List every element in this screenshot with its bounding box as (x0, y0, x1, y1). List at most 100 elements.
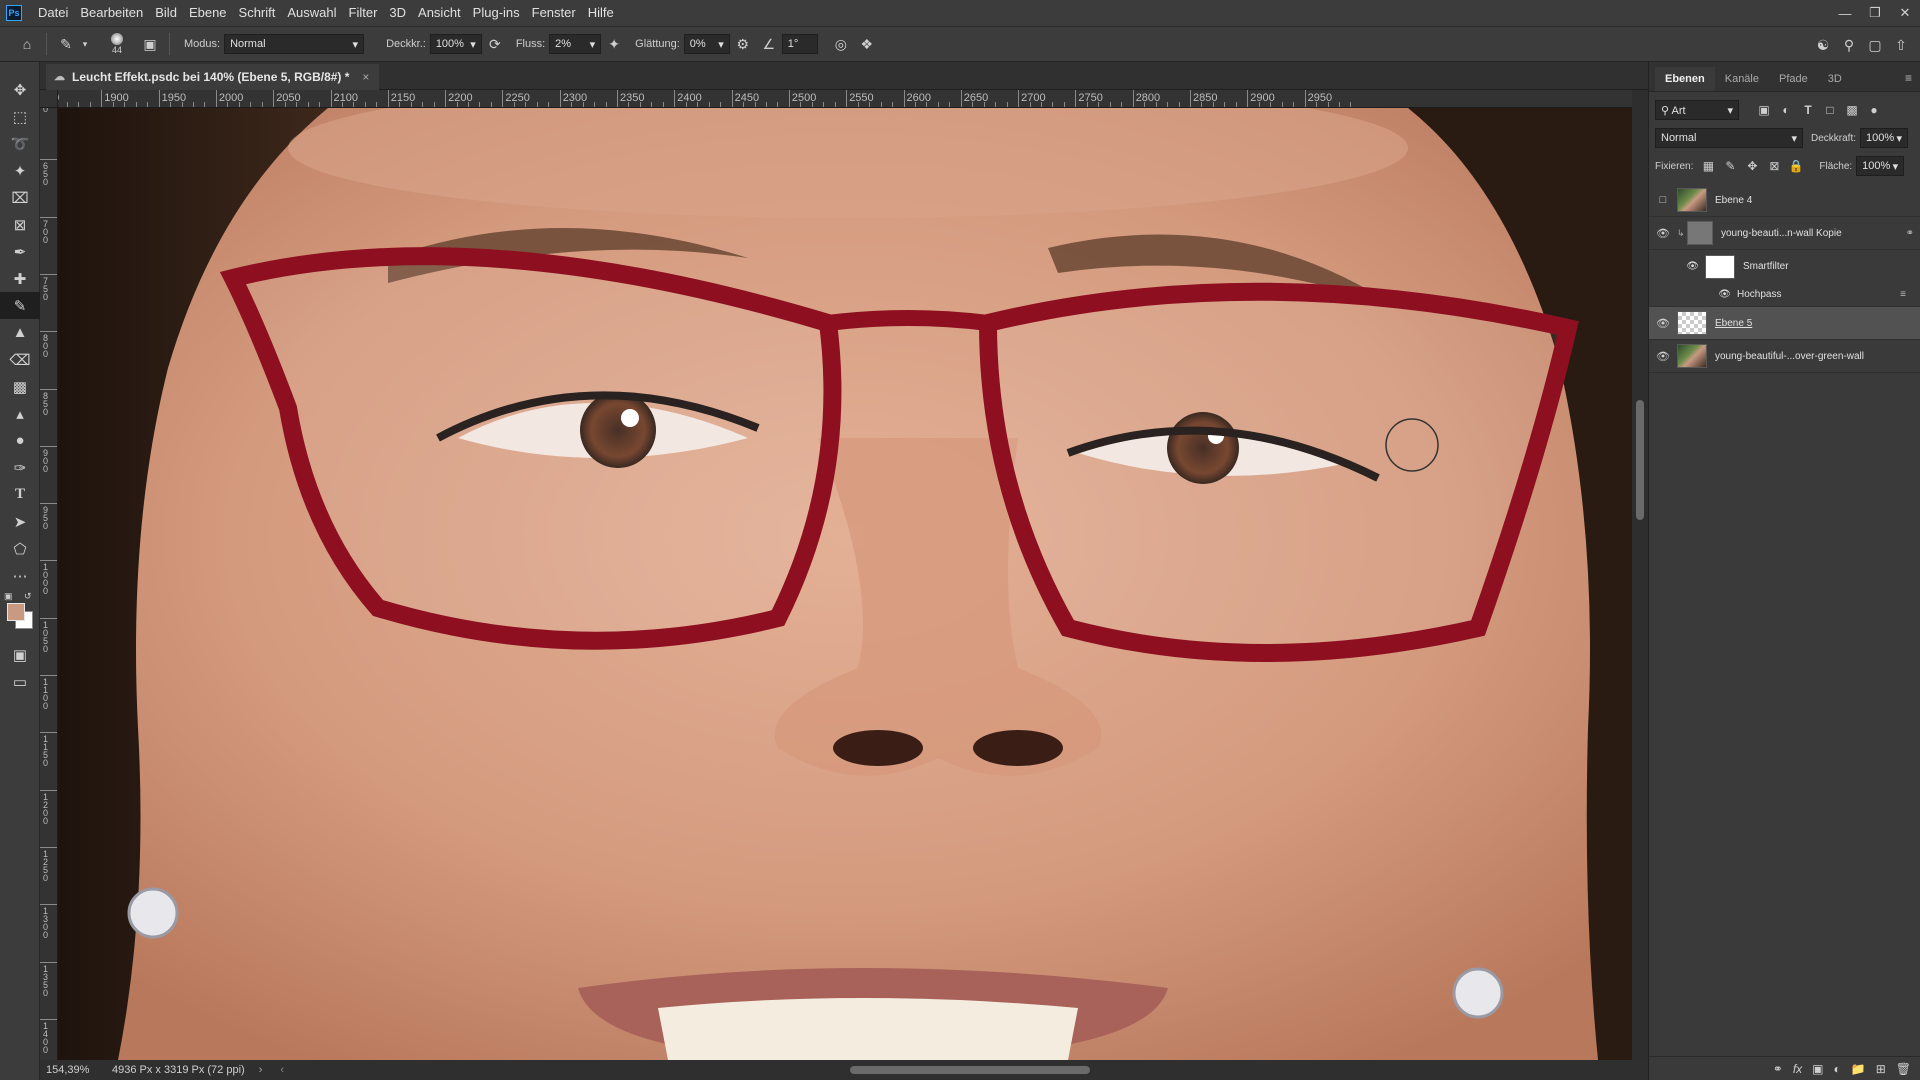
status-arrow-icon[interactable]: › (259, 1064, 263, 1076)
deckkraft-input[interactable]: 100% ▾ (429, 34, 482, 54)
menu-3d[interactable]: 3D (383, 0, 412, 26)
filter-adjustment-icon[interactable]: ◐ (1775, 100, 1797, 120)
layer-row[interactable]: 👁 ↳ young-beauti...n-wall Kopie ⚭ (1649, 217, 1920, 250)
angle-input[interactable]: 1° (781, 34, 818, 54)
zoom-level[interactable]: 154,39% (46, 1064, 94, 1076)
menu-fenster[interactable]: Fenster (526, 0, 582, 26)
eye-icon[interactable]: 👁 (1649, 317, 1677, 330)
layer-row[interactable]: 👁 Hochpass ≡ (1649, 283, 1920, 307)
airbrush-icon[interactable]: ✦ (601, 32, 627, 56)
quick-mask-icon[interactable]: ▣ (0, 641, 40, 668)
blend-mode-select[interactable]: Normal ▾ (1655, 128, 1803, 148)
swap-colors-icon[interactable]: ↺ (24, 591, 32, 602)
vertical-scrollbar[interactable] (1632, 90, 1648, 1060)
filter-smartobject-icon[interactable]: ▩ (1841, 100, 1863, 120)
restore-icon[interactable]: ❐ (1860, 0, 1890, 26)
frame-icon[interactable]: ⊠ (0, 211, 40, 238)
panel-menu-icon[interactable]: ≡ (1905, 71, 1912, 85)
layer-row[interactable]: 👁 young-beautiful-...over-green-wall (1649, 340, 1920, 373)
canvas[interactable] (58, 108, 1632, 1060)
menu-filter[interactable]: Filter (343, 0, 384, 26)
sharpen-icon[interactable]: ▴ (0, 400, 40, 427)
link-layers-icon[interactable]: ⚭ (1773, 1062, 1783, 1076)
trash-icon[interactable]: 🗑 (1896, 1062, 1911, 1076)
move-icon[interactable]: ✥ (0, 76, 40, 103)
tab-ebenen[interactable]: Ebenen (1655, 67, 1715, 91)
eraser-icon[interactable]: ⌫ (0, 346, 40, 373)
menu-ansicht[interactable]: Ansicht (412, 0, 467, 26)
minimize-icon[interactable]: — (1830, 0, 1860, 26)
layer-row[interactable]: 👁 Smartfilter (1649, 250, 1920, 283)
foreground-color-swatch[interactable] (7, 603, 25, 621)
filter-shape-icon[interactable]: □ (1819, 100, 1841, 120)
healing-brush-icon[interactable]: ✚ (0, 265, 40, 292)
pen-icon[interactable]: ✑ (0, 454, 40, 481)
visibility-off-icon[interactable]: □ (1649, 194, 1677, 206)
brush-settings-icon[interactable]: ▣ (137, 32, 163, 56)
menu-ebene[interactable]: Ebene (183, 0, 233, 26)
new-group-icon[interactable]: 📁 (1851, 1062, 1866, 1076)
workspace-icon[interactable]: ▢ (1862, 33, 1888, 57)
brush-preset-icon[interactable]: ✎ (53, 32, 79, 56)
fluss-input[interactable]: 2% ▾ (549, 34, 602, 54)
lock-transparency-icon[interactable]: ▦ (1697, 156, 1719, 176)
pressure-opacity-icon[interactable]: ⟳ (482, 32, 508, 56)
gradient-icon[interactable]: ▩ (0, 373, 40, 400)
filter-type-icon[interactable]: T (1797, 100, 1819, 120)
pressure-size-icon[interactable]: ◎ (828, 32, 854, 56)
horizontal-scroll-thumb[interactable] (850, 1066, 1090, 1074)
lasso-icon[interactable]: ➰ (0, 130, 40, 157)
menu-schrift[interactable]: Schrift (233, 0, 282, 26)
export-icon[interactable]: ⇧ (1888, 33, 1914, 57)
horizontal-ruler[interactable]: 5019001950200020502100215022002250230023… (58, 90, 1632, 108)
shape-icon[interactable]: ⬠ (0, 535, 40, 562)
filter-options-icon[interactable]: ≡ (1900, 289, 1906, 300)
menu-auswahl[interactable]: Auswahl (281, 0, 342, 26)
toolbar-grip[interactable] (0, 62, 39, 76)
close-window-icon[interactable]: ✕ (1890, 0, 1920, 26)
dodge-icon[interactable]: ● (0, 427, 40, 454)
menu-bild[interactable]: Bild (149, 0, 183, 26)
share-cloud-icon[interactable]: ☯ (1810, 33, 1836, 57)
lock-position-icon[interactable]: ✥ (1741, 156, 1763, 176)
tab-kanaele[interactable]: Kanäle (1715, 67, 1769, 91)
brush-size-picker[interactable]: 44 (97, 33, 137, 55)
new-layer-icon[interactable]: ⊞ (1876, 1062, 1886, 1076)
vertical-ruler[interactable]: 0 6 5 0 7 0 0 7 5 0 8 0 0 8 5 0 9 0 0 9 5 0 1 0 … (40, 108, 58, 1060)
crop-icon[interactable]: ⌧ (0, 184, 40, 211)
menu-hilfe[interactable]: Hilfe (582, 0, 620, 26)
filter-toggle-icon[interactable]: ● (1863, 100, 1885, 120)
home-icon[interactable]: ⌂ (14, 32, 40, 56)
menu-datei[interactable]: Datei (32, 0, 74, 26)
layer-row[interactable]: 👁 Ebene 5 (1649, 307, 1920, 340)
close-icon[interactable]: × (362, 64, 369, 90)
gear-icon[interactable]: ⚙ (730, 32, 756, 56)
more-tools-icon[interactable]: ⋯ (0, 562, 40, 589)
marquee-icon[interactable]: ⬚ (0, 103, 40, 130)
brush-icon[interactable]: ✎ (0, 292, 40, 319)
eyedropper-icon[interactable]: ✒ (0, 238, 40, 265)
adjustment-layer-icon[interactable]: ◐ (1834, 1062, 1841, 1076)
menu-plugins[interactable]: Plug-ins (467, 0, 526, 26)
search-icon[interactable]: ⚲ (1836, 33, 1862, 57)
document-tab[interactable]: ☁ Leucht Effekt.psdc bei 140% (Ebene 5, … (46, 64, 380, 90)
screen-mode-icon[interactable]: ▭ (0, 668, 40, 695)
fill-input[interactable]: 100% ▾ (1856, 156, 1905, 176)
eye-icon[interactable]: 👁 (1649, 289, 1737, 300)
vertical-scroll-thumb[interactable] (1636, 400, 1644, 520)
ruler-origin[interactable] (40, 90, 58, 108)
layer-row[interactable]: □ Ebene 4 (1649, 184, 1920, 217)
add-mask-icon[interactable]: ▣ (1812, 1062, 1823, 1076)
opacity-input[interactable]: 100% ▾ (1860, 128, 1909, 148)
stamp-icon[interactable]: ▲ (0, 319, 40, 346)
glaettung-input[interactable]: 0% ▾ (683, 34, 730, 54)
symmetry-icon[interactable]: ❖ (854, 32, 880, 56)
tab-pfade[interactable]: Pfade (1769, 67, 1818, 91)
layer-style-icon[interactable]: fx (1793, 1062, 1802, 1076)
path-selection-icon[interactable]: ➤ (0, 508, 40, 535)
lock-pixels-icon[interactable]: ✎ (1719, 156, 1741, 176)
eye-icon[interactable]: 👁 (1649, 350, 1677, 363)
magic-wand-icon[interactable]: ✦ (0, 157, 40, 184)
layer-filter-select[interactable]: ⚲ Art ▾ (1655, 100, 1739, 120)
default-colors-icon[interactable]: ▣ (4, 591, 13, 602)
